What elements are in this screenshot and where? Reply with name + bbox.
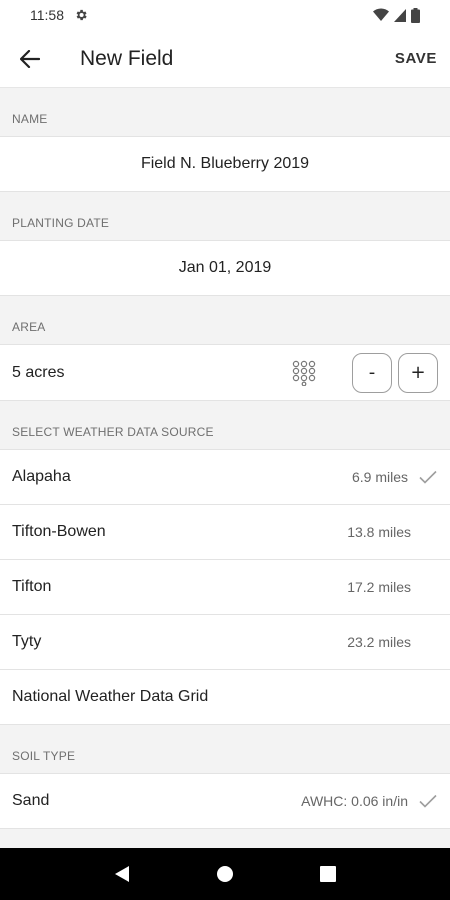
weather-source-name: National Weather Data Grid bbox=[12, 688, 209, 705]
weather-source-name: Tyty bbox=[12, 633, 42, 650]
planting-date-section-header: PLANTING DATE bbox=[0, 192, 450, 241]
grid-icon[interactable] bbox=[292, 360, 316, 386]
weather-source-distance: 23.2 miles bbox=[347, 634, 411, 650]
area-section-header: AREA bbox=[0, 296, 450, 345]
planting-date-field[interactable]: Jan 01, 2019 bbox=[0, 241, 450, 296]
status-bar: 11:58 bbox=[0, 0, 450, 30]
back-button[interactable] bbox=[0, 30, 60, 88]
save-button[interactable]: SAVE bbox=[395, 50, 437, 67]
status-time: 11:58 bbox=[30, 7, 64, 23]
nav-home-icon bbox=[216, 866, 233, 882]
nav-back-button[interactable] bbox=[102, 854, 142, 894]
form-content: NAME Field N. Blueberry 2019 PLANTING DA… bbox=[0, 88, 450, 848]
weather-source-distance: 6.9 miles bbox=[351, 469, 408, 485]
signal-icon bbox=[394, 8, 406, 22]
weather-source-distance: 13.8 miles bbox=[347, 524, 411, 540]
weather-source-item[interactable]: Tifton-Bowen 13.8 miles bbox=[0, 505, 450, 560]
nav-recents-button[interactable] bbox=[308, 854, 348, 894]
check-icon bbox=[419, 470, 437, 484]
page-title: New Field bbox=[80, 46, 174, 70]
app-bar: New Field SAVE bbox=[0, 30, 450, 88]
battery-icon bbox=[411, 7, 420, 23]
weather-section-header: SELECT WEATHER DATA SOURCE bbox=[0, 401, 450, 450]
weather-source-item[interactable]: Tifton 17.2 miles bbox=[0, 560, 450, 615]
weather-source-name: Alapaha bbox=[12, 468, 71, 485]
name-section-header: NAME bbox=[0, 88, 450, 137]
nav-recents-icon bbox=[320, 866, 337, 882]
soil-type-awhc: AWHC: 0.06 in/in bbox=[301, 793, 408, 809]
nav-back-icon bbox=[114, 866, 129, 882]
area-increment-button[interactable]: + bbox=[398, 352, 438, 393]
weather-source-item[interactable]: National Weather Data Grid bbox=[0, 670, 450, 725]
back-arrow-icon bbox=[20, 49, 40, 68]
soil-section-header: SOIL TYPE bbox=[0, 725, 450, 774]
weather-source-name: Tifton bbox=[12, 578, 52, 595]
weather-source-distance: 17.2 miles bbox=[347, 579, 411, 595]
area-row: 5 acres - + bbox=[0, 345, 450, 401]
check-icon bbox=[419, 794, 437, 808]
weather-source-name: Tifton-Bowen bbox=[12, 523, 106, 540]
field-name-input[interactable]: Field N. Blueberry 2019 bbox=[0, 137, 450, 192]
nav-home-button[interactable] bbox=[205, 854, 245, 894]
system-nav-bar bbox=[0, 848, 450, 900]
soil-type-name: Sand bbox=[12, 792, 50, 809]
soil-type-item[interactable]: Sand AWHC: 0.06 in/in bbox=[0, 774, 450, 829]
weather-source-item[interactable]: Tyty 23.2 miles bbox=[0, 615, 450, 670]
wifi-icon bbox=[373, 8, 389, 21]
weather-source-item[interactable]: Alapaha 6.9 miles bbox=[0, 450, 450, 505]
gear-icon bbox=[76, 9, 87, 21]
area-decrement-button[interactable]: - bbox=[352, 352, 392, 393]
area-value[interactable]: 5 acres bbox=[12, 364, 64, 382]
